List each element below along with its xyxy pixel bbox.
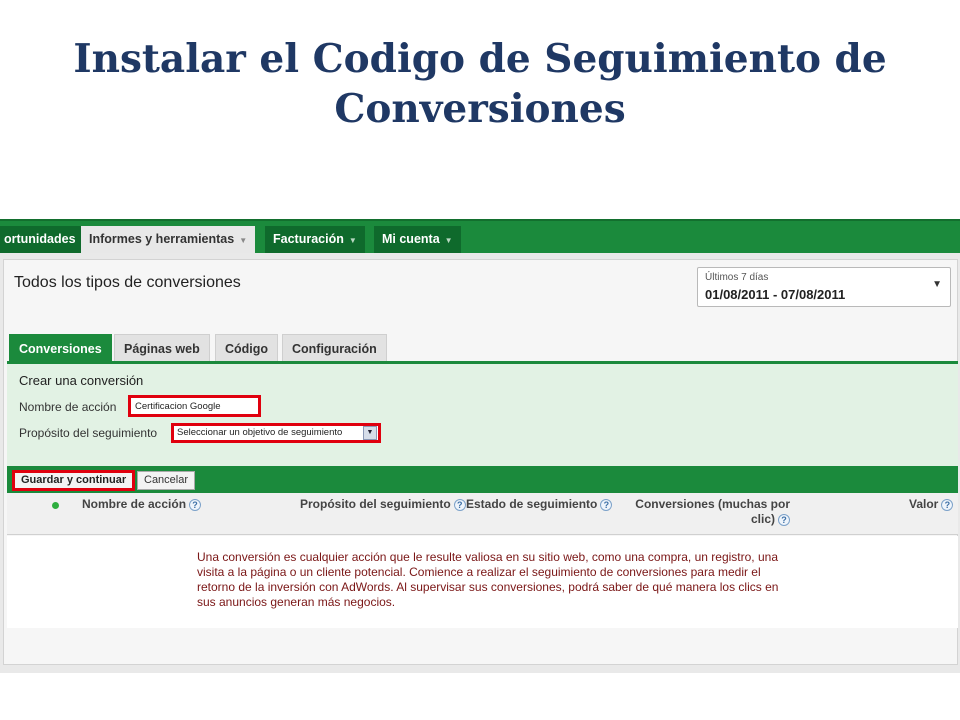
cancel-button[interactable]: Cancelar: [137, 471, 196, 490]
tab-label: Mi cuenta: [382, 232, 440, 246]
tab-oportunidades[interactable]: ortunidades: [0, 226, 84, 253]
column-header-label: Estado de seguimiento: [466, 497, 598, 511]
conversions-table-header: Nombre de acción? Propósito del seguimie…: [7, 493, 958, 535]
status-dot-icon: [52, 502, 59, 509]
form-action-bar: Guardar y continuar Cancelar: [7, 466, 958, 493]
column-header-action-name[interactable]: Nombre de acción?: [82, 497, 202, 511]
date-range-label: Últimos 7 días: [705, 272, 769, 283]
top-navigation: ortunidades Informes y herramientas ▼ Fac…: [0, 219, 960, 253]
create-conversion-form: Crear una conversión Nombre de acción Pr…: [7, 364, 958, 466]
chevron-down-icon: ▼: [444, 236, 453, 245]
cropped-text-row: [117, 628, 847, 631]
date-range-value: 01/08/2011 - 07/08/2011: [705, 287, 846, 302]
save-and-continue-button[interactable]: Guardar y continuar: [12, 470, 136, 491]
chevron-down-icon: ▼: [348, 236, 357, 245]
chevron-down-icon: ▼: [239, 236, 248, 245]
tracking-purpose-select[interactable]: Seleccionar un objetivo de seguimiento ▼: [171, 423, 381, 443]
tracking-purpose-value: Seleccionar un objetivo de seguimiento: [177, 427, 343, 438]
tab-label: Facturación: [273, 232, 344, 246]
column-header-conversions[interactable]: Conversiones (muchas por clic)?: [627, 497, 790, 527]
tab-paginas-web[interactable]: Páginas web: [114, 334, 210, 362]
empty-state-message: Una conversión es cualquier acción que l…: [197, 550, 779, 609]
help-icon[interactable]: ?: [189, 498, 202, 511]
form-title: Crear una conversión: [19, 373, 144, 388]
slide-title: Instalar el Codigo de Seguimiento de Con…: [0, 34, 960, 134]
column-header-tracking-status[interactable]: Estado de seguimiento?: [466, 497, 613, 511]
slide-title-line-2: Conversiones: [334, 86, 626, 132]
help-icon[interactable]: ?: [600, 498, 613, 511]
tab-conversiones[interactable]: Conversiones: [9, 334, 112, 362]
date-range-selector[interactable]: Últimos 7 días 01/08/2011 - 07/08/2011 ▼: [697, 267, 951, 307]
slide-title-line-1: Instalar el Codigo de Seguimiento de: [73, 36, 887, 82]
main-panel: Todos los tipos de conversiones Últimos …: [3, 259, 958, 665]
tab-label: ortunidades: [4, 232, 76, 246]
tab-mi-cuenta[interactable]: Mi cuenta ▼: [374, 226, 461, 253]
action-name-input[interactable]: [128, 395, 261, 417]
page-title: Todos los tipos de conversiones: [14, 274, 241, 291]
tracking-purpose-label: Propósito del seguimiento: [19, 426, 158, 440]
tab-informes-y-herramientas[interactable]: Informes y herramientas ▼: [81, 226, 256, 253]
chevron-down-icon: ▼: [932, 279, 942, 290]
adwords-screenshot: ortunidades Informes y herramientas ▼ Fac…: [0, 219, 960, 673]
column-header-label: Valor: [909, 497, 939, 511]
column-header-value[interactable]: Valor?: [909, 497, 954, 511]
column-header-tracking-purpose[interactable]: Propósito del seguimiento?: [300, 497, 466, 511]
dropdown-arrow-icon: ▼: [363, 426, 377, 440]
column-header-label: Nombre de acción: [82, 497, 187, 511]
tab-label: Informes y herramientas: [89, 232, 235, 246]
help-icon[interactable]: ?: [941, 498, 954, 511]
column-header-label: Conversiones (muchas por: [635, 497, 790, 511]
conversions-table-body: Una conversión es cualquier acción que l…: [7, 536, 958, 628]
column-header-label: Propósito del seguimiento: [300, 497, 451, 511]
column-header-label: clic): [750, 512, 775, 526]
tab-codigo[interactable]: Código: [215, 334, 279, 362]
tab-facturacion[interactable]: Facturación ▼: [265, 226, 365, 253]
action-name-label: Nombre de acción: [19, 400, 117, 414]
tab-configuracion[interactable]: Configuración: [282, 334, 387, 362]
help-icon[interactable]: ?: [453, 498, 466, 511]
help-icon[interactable]: ?: [778, 513, 790, 526]
